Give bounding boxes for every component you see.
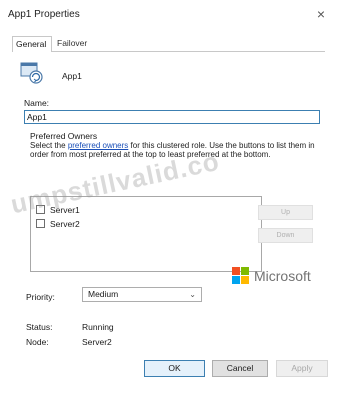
server2-label: Server2 <box>50 218 80 229</box>
tab-failover[interactable]: Failover <box>54 36 98 52</box>
dialog-title: App1 Properties <box>8 9 80 20</box>
server2-checkbox[interactable] <box>36 219 45 229</box>
node-label: Node: <box>26 337 49 347</box>
priority-label: Priority: <box>26 292 55 302</box>
priority-value: Medium <box>88 289 119 299</box>
preferred-owners-title: Preferred Owners <box>30 131 98 141</box>
tab-general[interactable]: General <box>12 36 52 52</box>
down-button[interactable]: Down <box>258 228 313 243</box>
status-label: Status: <box>26 322 53 332</box>
node-value: Server2 <box>82 337 112 347</box>
chevron-down-icon: ⌄ <box>189 290 196 299</box>
apply-button[interactable]: Apply <box>276 360 328 377</box>
tab-divider <box>12 51 325 52</box>
description-text: Select the <box>30 141 68 150</box>
role-name: App1 <box>62 71 82 81</box>
microsoft-logo-icon <box>232 267 250 285</box>
microsoft-logo-text: Microsoft <box>254 268 311 284</box>
list-item[interactable]: Server2 <box>36 218 80 229</box>
close-button[interactable]: × <box>311 4 331 24</box>
ok-button[interactable]: OK <box>144 360 205 377</box>
preferred-owners-description: Select the preferred owners for this clu… <box>30 141 316 159</box>
clustered-role-icon <box>20 62 43 84</box>
server1-label: Server1 <box>50 204 80 215</box>
priority-select[interactable]: Medium ⌄ <box>82 287 202 302</box>
preferred-owners-list[interactable]: Server1 Server2 <box>30 196 262 272</box>
status-value: Running <box>82 322 114 332</box>
properties-dialog: App1 Properties × General Failover App1 … <box>0 0 337 403</box>
name-input[interactable] <box>24 110 320 124</box>
name-label: Name: <box>24 98 50 108</box>
up-button[interactable]: Up <box>258 205 313 220</box>
server1-checkbox[interactable] <box>36 205 45 215</box>
list-item[interactable]: Server1 <box>36 204 80 215</box>
title-bar[interactable]: App1 Properties × <box>0 0 337 28</box>
cancel-button[interactable]: Cancel <box>212 360 268 377</box>
preferred-owners-link[interactable]: preferred owners <box>68 141 128 150</box>
